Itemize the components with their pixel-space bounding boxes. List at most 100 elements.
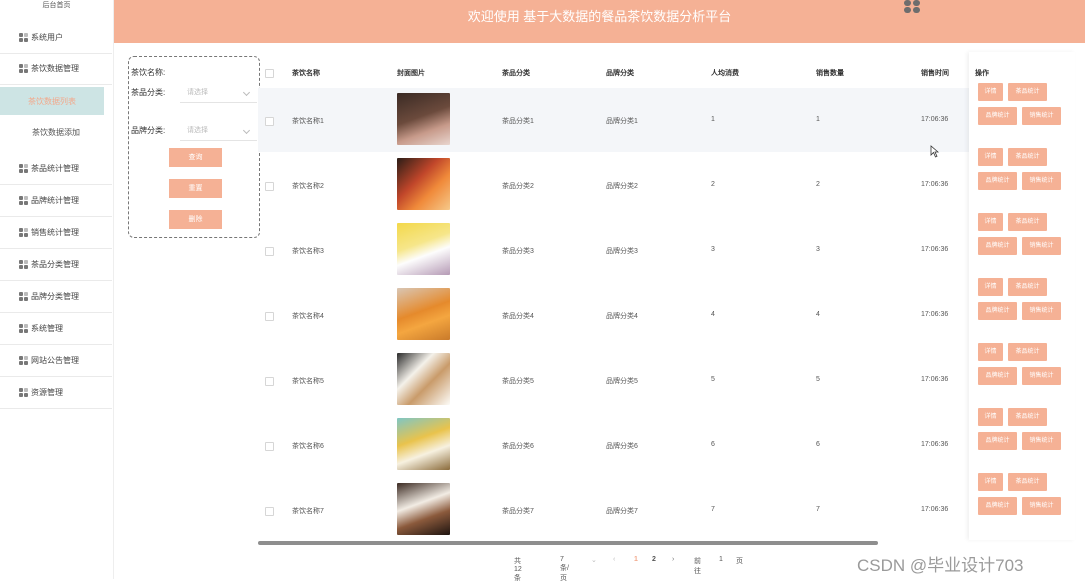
cell-brand: 品牌分类5	[606, 378, 638, 385]
query-button[interactable]: 查询	[169, 148, 222, 167]
brand-stats-button[interactable]: 品牌统计	[978, 367, 1017, 385]
brand-select-placeholder: 请选择	[187, 127, 208, 134]
delete-button[interactable]: 删除	[169, 210, 222, 229]
tea-stats-button[interactable]: 茶品统计	[1008, 278, 1047, 296]
brand-stats-button[interactable]: 品牌统计	[978, 497, 1017, 515]
row-checkbox[interactable]	[265, 507, 274, 516]
sales-stats-button[interactable]: 销售统计	[1022, 497, 1061, 515]
cover-image	[397, 483, 450, 535]
sidebar-item-7[interactable]: 品牌分类管理	[0, 281, 112, 313]
sidebar-item-1[interactable]: 系统用户	[0, 22, 112, 54]
table-header: 茶饮名称 封面图片 茶品分类 品牌分类 人均消费 销售数量 销售时间	[258, 60, 1075, 84]
brand-stats-button[interactable]: 品牌统计	[978, 302, 1017, 320]
menu-grid-icon	[19, 64, 28, 73]
row-checkbox[interactable]	[265, 182, 274, 191]
sales-stats-button[interactable]: 销售统计	[1022, 302, 1061, 320]
sidebar-subitem-1[interactable]: 茶饮数据列表	[0, 87, 104, 115]
sidebar-subitem-2[interactable]: 茶饮数据添加	[0, 118, 112, 146]
sales-stats-button[interactable]: 销售统计	[1022, 237, 1061, 255]
cell-avg: 3	[711, 246, 715, 253]
sidebar-item-8[interactable]: 系统管理	[0, 313, 112, 345]
tea-stats-button[interactable]: 茶品统计	[1008, 148, 1047, 166]
select-all-checkbox[interactable]	[265, 69, 274, 78]
table-row[interactable]: 茶饮名称1 茶品分类1 品牌分类1 1 1 17:06:36	[258, 88, 1075, 152]
sidebar-item-3[interactable]: 茶品统计管理	[0, 153, 112, 185]
detail-button[interactable]: 详情	[978, 343, 1003, 361]
sidebar-item-label: 茶饮数据管理	[31, 64, 79, 73]
chevron-down-icon	[242, 126, 251, 135]
table-row[interactable]: 茶饮名称3 茶品分类3 品牌分类3 3 3 17:06:36	[258, 218, 1075, 282]
brand-stats-button[interactable]: 品牌统计	[978, 237, 1017, 255]
sidebar-item-4[interactable]: 品牌统计管理	[0, 185, 112, 217]
page-unit-label: 页	[736, 558, 743, 565]
sidebar-item-5[interactable]: 销售统计管理	[0, 217, 112, 249]
sales-stats-button[interactable]: 销售统计	[1022, 107, 1061, 125]
watermark-text: CSDN @毕业设计703	[857, 556, 1024, 575]
table-row[interactable]: 茶饮名称7 茶品分类7 品牌分类7 7 7 17:06:36	[258, 478, 1075, 540]
table-row[interactable]: 茶饮名称5 茶品分类5 品牌分类5 5 5 17:06:36	[258, 348, 1075, 412]
cell-brand: 品牌分类3	[606, 248, 638, 255]
cell-qty: 5	[816, 376, 820, 383]
table-row[interactable]: 茶饮名称4 茶品分类4 品牌分类4 4 4 17:06:36	[258, 283, 1075, 347]
brand-select[interactable]: 请选择	[180, 121, 257, 141]
sidebar-item-2[interactable]: 茶饮数据管理	[0, 53, 112, 85]
sidebar-item-label: 茶品统计管理	[31, 164, 79, 173]
search-panel: 茶饮名称: 茶品分类: 请选择 品牌分类: 请选择 查询 重置 删除	[128, 56, 260, 238]
col-header-brand: 品牌分类	[606, 70, 634, 77]
horizontal-scrollbar[interactable]	[258, 541, 878, 545]
cell-name: 茶饮名称5	[292, 378, 324, 385]
page-number-2[interactable]: 2	[652, 556, 656, 563]
page-number-1[interactable]: 1	[634, 556, 638, 563]
row-checkbox[interactable]	[265, 247, 274, 256]
brand-stats-button[interactable]: 品牌统计	[978, 172, 1017, 190]
prev-page-icon[interactable]: ‹	[613, 556, 615, 563]
tea-stats-button[interactable]: 茶品统计	[1008, 83, 1047, 101]
detail-button[interactable]: 详情	[978, 278, 1003, 296]
chevron-down-icon: ⌄	[591, 557, 597, 564]
cover-image	[397, 418, 450, 470]
cell-qty: 6	[816, 441, 820, 448]
tea-stats-button[interactable]: 茶品统计	[1008, 408, 1047, 426]
sidebar-item-10[interactable]: 资源管理	[0, 377, 112, 409]
brand-stats-button[interactable]: 品牌统计	[978, 107, 1017, 125]
sidebar-home-link[interactable]: 后台首页	[0, 0, 113, 12]
sidebar-item-9[interactable]: 网站公告管理	[0, 345, 112, 377]
menu-grid-icon	[19, 324, 28, 333]
goto-input[interactable]: 1	[719, 556, 723, 563]
tea-stats-button[interactable]: 茶品统计	[1008, 473, 1047, 491]
detail-button[interactable]: 详情	[978, 83, 1003, 101]
reset-button[interactable]: 重置	[169, 179, 222, 198]
table-row[interactable]: 茶饮名称2 茶品分类2 品牌分类2 2 2 17:06:36	[258, 153, 1075, 217]
tea-stats-button[interactable]: 茶品统计	[1008, 213, 1047, 231]
row-checkbox[interactable]	[265, 312, 274, 321]
menu-grid-icon	[19, 196, 28, 205]
user-menu-icon[interactable]	[904, 0, 922, 14]
header-bar: 欢迎使用 基于大数据的餐品茶饮数据分析平台	[114, 0, 1085, 43]
cell-time: 17:06:36	[921, 441, 949, 448]
cell-brand: 品牌分类2	[606, 183, 638, 190]
category-select[interactable]: 请选择	[180, 83, 257, 103]
tea-stats-button[interactable]: 茶品统计	[1008, 343, 1047, 361]
detail-button[interactable]: 详情	[978, 473, 1003, 491]
brand-stats-button[interactable]: 品牌统计	[978, 432, 1017, 450]
cell-avg: 7	[711, 506, 715, 513]
row-checkbox[interactable]	[265, 117, 274, 126]
col-header-category: 茶品分类	[502, 70, 530, 77]
detail-button[interactable]: 详情	[978, 213, 1003, 231]
sidebar-item-label: 资源管理	[31, 388, 63, 397]
category-select-placeholder: 请选择	[187, 89, 208, 96]
sales-stats-button[interactable]: 销售统计	[1022, 367, 1061, 385]
cell-avg: 2	[711, 181, 715, 188]
row-checkbox[interactable]	[265, 442, 274, 451]
sales-stats-button[interactable]: 销售统计	[1022, 172, 1061, 190]
sales-stats-button[interactable]: 销售统计	[1022, 432, 1061, 450]
detail-button[interactable]: 详情	[978, 148, 1003, 166]
category-label: 茶品分类:	[131, 88, 166, 97]
row-checkbox[interactable]	[265, 377, 274, 386]
detail-button[interactable]: 详情	[978, 408, 1003, 426]
name-label: 茶饮名称:	[131, 68, 166, 77]
sidebar-item-label: 销售统计管理	[31, 228, 79, 237]
next-page-icon[interactable]: ›	[672, 556, 674, 563]
table-row[interactable]: 茶饮名称6 茶品分类6 品牌分类6 6 6 17:06:36	[258, 413, 1075, 477]
sidebar-item-6[interactable]: 茶品分类管理	[0, 249, 112, 281]
